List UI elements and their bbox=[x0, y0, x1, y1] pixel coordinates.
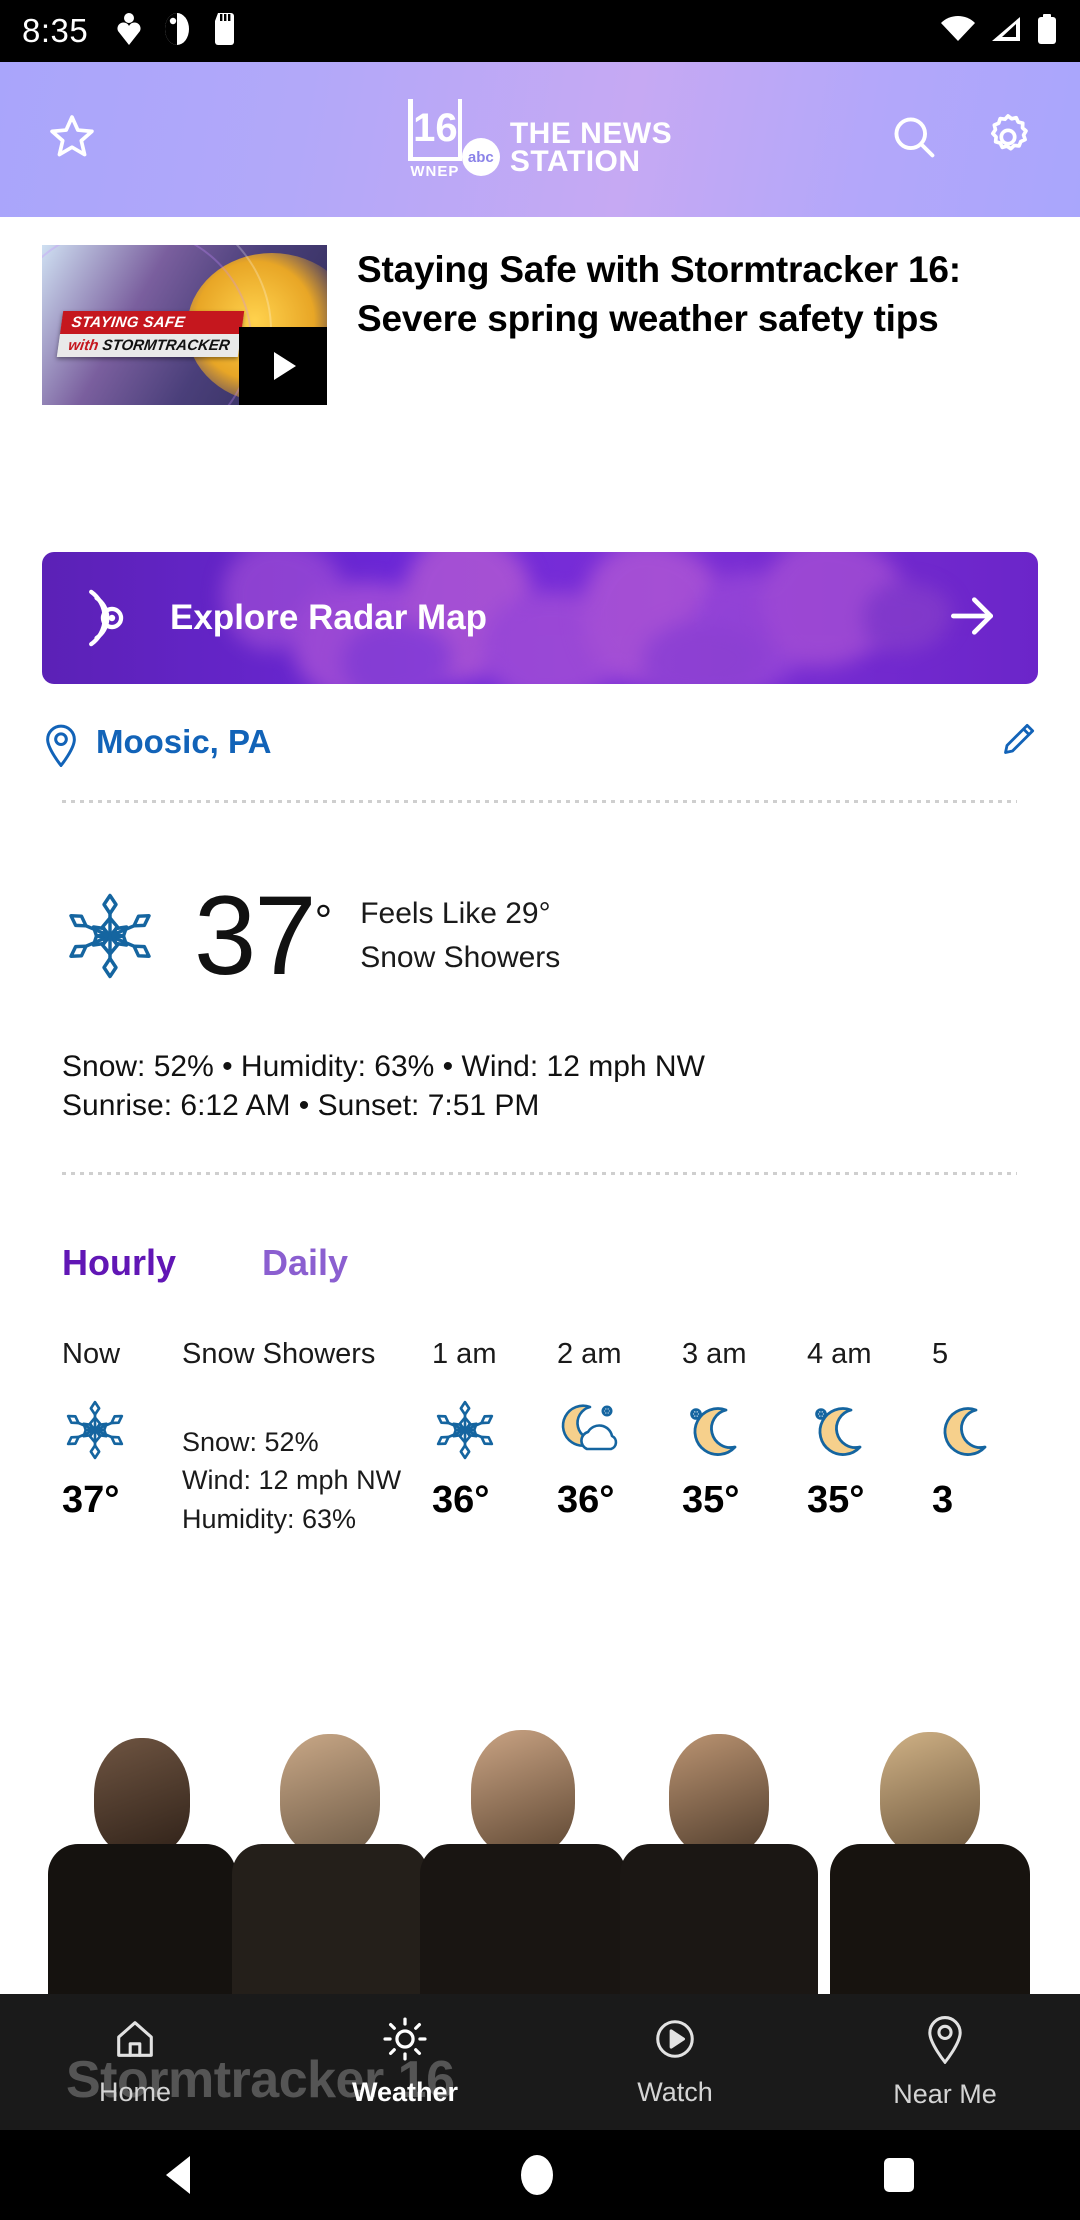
hour-label: 4 am bbox=[807, 1338, 872, 1370]
current-condition-text: Snow Showers bbox=[360, 941, 561, 974]
sidebar-item-home[interactable]: Home bbox=[0, 2016, 270, 2108]
moon-cloud-snow-icon bbox=[557, 1397, 623, 1463]
video-headline[interactable]: Staying Safe with Stormtracker 16: Sever… bbox=[357, 245, 1038, 405]
hour-label: Now bbox=[62, 1338, 121, 1370]
nav-label-weather: Weather bbox=[351, 2077, 459, 2107]
logo-tagline-line1: THE NEWS bbox=[509, 116, 673, 150]
tab-hourly[interactable]: Hourly bbox=[62, 1242, 176, 1284]
hourly-item-5[interactable]: 5 3 bbox=[932, 1338, 1057, 1522]
sun-icon bbox=[382, 2016, 428, 2067]
hour-label: 3 am bbox=[682, 1338, 747, 1370]
snowflake-icon bbox=[432, 1397, 498, 1463]
thumbnail-banner: STAYING SAFE with STORMTRACKER bbox=[56, 311, 245, 357]
forecast-tabs: Hourly Daily bbox=[62, 1242, 348, 1284]
location-row[interactable]: Moosic, PA bbox=[42, 706, 1038, 778]
hour-label: 5 bbox=[932, 1338, 949, 1370]
current-stats-line-1: Snow: 52% • Humidity: 63% • Wind: 12 mph… bbox=[62, 1050, 705, 1083]
recents-square-icon[interactable] bbox=[884, 2158, 915, 2192]
hour-temperature: 35° bbox=[807, 1479, 865, 1521]
hour-temperature: 3 bbox=[932, 1479, 954, 1521]
hourly-item-4[interactable]: 4 am 35° bbox=[807, 1338, 932, 1522]
android-navigation-bar bbox=[0, 2130, 1080, 2220]
arrow-right-icon bbox=[944, 588, 1000, 649]
location-name[interactable]: Moosic, PA bbox=[96, 723, 271, 761]
hour-temperature: 35° bbox=[682, 1479, 740, 1521]
logo-callsign: WNEP bbox=[410, 163, 460, 180]
hour-label: 2 am bbox=[557, 1338, 622, 1370]
wifi-icon bbox=[940, 15, 976, 48]
snowflake-icon bbox=[62, 888, 158, 984]
health-heart-icon bbox=[116, 12, 142, 51]
hourly-forecast-strip[interactable]: Now 37° Snow Showers Snow: 52% Wind: 12 … bbox=[0, 1338, 1080, 1578]
hour-temperature: 36° bbox=[557, 1479, 615, 1521]
hourly-item-3[interactable]: 3 am 35° bbox=[682, 1338, 807, 1522]
radar-icon bbox=[80, 586, 144, 650]
capsule-icon bbox=[164, 12, 190, 51]
hourly-now-details: Snow Showers Snow: 52% Wind: 12 mph NW H… bbox=[182, 1338, 432, 1538]
moon-snow-icon bbox=[682, 1397, 748, 1463]
logo-channel-number: 16 bbox=[413, 106, 458, 150]
sidebar-item-weather[interactable]: Weather bbox=[270, 2016, 540, 2108]
sidebar-item-watch[interactable]: Watch bbox=[540, 2016, 810, 2108]
tab-daily[interactable]: Daily bbox=[262, 1242, 348, 1284]
hourly-item-now[interactable]: Now 37° bbox=[62, 1338, 182, 1522]
banner-prefix-text: with bbox=[67, 337, 100, 354]
home-circle-icon[interactable] bbox=[520, 2155, 553, 2195]
featured-video-card[interactable]: STAYING SAFE with STORMTRACKER Staying S… bbox=[0, 245, 1080, 405]
degree-symbol: ° bbox=[314, 896, 333, 946]
explore-radar-map-button[interactable]: Explore Radar Map bbox=[42, 552, 1038, 684]
battery-icon bbox=[1036, 13, 1058, 49]
banner-bottom-text: STORMTRACKER bbox=[101, 337, 231, 354]
hour-temperature: 37° bbox=[62, 1479, 120, 1521]
app-header: 16 WNEP abc THE NEWS STATION bbox=[0, 62, 1080, 217]
current-temperature: 37° bbox=[194, 873, 333, 998]
pencil-edit-icon[interactable] bbox=[998, 720, 1038, 765]
hourly-item-1[interactable]: 1 am 36° bbox=[432, 1338, 557, 1522]
android-status-bar: 8:35 bbox=[0, 0, 1080, 62]
status-bar-system-icons bbox=[940, 13, 1058, 49]
status-bar-clock: 8:35 bbox=[22, 12, 89, 49]
cellular-signal-icon bbox=[990, 15, 1022, 48]
search-icon[interactable] bbox=[888, 111, 940, 168]
divider-bottom bbox=[62, 1172, 1017, 1175]
back-triangle-icon[interactable] bbox=[165, 2156, 190, 2194]
sd-card-icon bbox=[212, 12, 238, 51]
moon-snow-icon bbox=[932, 1397, 998, 1463]
bottom-navigation-bar: Home Weather Watch Near Me Stormtracker … bbox=[0, 1994, 1080, 2130]
play-icon[interactable] bbox=[239, 327, 327, 405]
sidebar-item-near-me[interactable]: Near Me bbox=[810, 2014, 1080, 2110]
feels-like-text: Feels Like 29° bbox=[360, 897, 551, 930]
moon-snow-icon bbox=[807, 1397, 873, 1463]
status-bar-notification-icons bbox=[116, 12, 238, 51]
banner-top-text: STAYING SAFE bbox=[60, 311, 245, 334]
location-pin-icon bbox=[922, 2014, 968, 2069]
video-thumbnail[interactable]: STAYING SAFE with STORMTRACKER bbox=[42, 245, 327, 405]
nav-label-watch: Watch bbox=[637, 2077, 713, 2107]
hour-label: 1 am bbox=[432, 1338, 497, 1370]
current-conditions: 37° Feels Like 29° Snow Showers bbox=[62, 880, 1042, 992]
now-detail-snow: Snow: 52% bbox=[182, 1427, 319, 1457]
location-pin-icon bbox=[42, 723, 80, 768]
now-condition-text: Snow Showers bbox=[182, 1338, 376, 1370]
divider-top bbox=[62, 800, 1017, 803]
nav-label-near-me: Near Me bbox=[893, 2079, 997, 2109]
app-root: 8:35 16 WNEP abc THE NEWS STATION STAYIN… bbox=[0, 0, 1080, 2220]
hour-temperature: 36° bbox=[432, 1479, 490, 1521]
play-circle-icon bbox=[652, 2016, 698, 2067]
radar-button-label: Explore Radar Map bbox=[170, 598, 488, 637]
now-detail-humidity: Humidity: 63% bbox=[182, 1503, 357, 1534]
abc-network-badge: abc bbox=[461, 138, 500, 176]
current-stats-line-2: Sunrise: 6:12 AM • Sunset: 7:51 PM bbox=[62, 1089, 540, 1122]
gear-icon[interactable] bbox=[982, 111, 1034, 168]
now-detail-wind: Wind: 12 mph NW bbox=[182, 1465, 402, 1496]
logo-tagline-line2: STATION bbox=[509, 144, 641, 178]
nav-label-home: Home bbox=[98, 2077, 172, 2107]
favorites-star-button[interactable] bbox=[46, 111, 98, 168]
home-icon bbox=[112, 2016, 158, 2067]
hourly-item-2[interactable]: 2 am 36° bbox=[557, 1338, 682, 1522]
weather-team-photo bbox=[0, 1674, 1080, 1994]
snowflake-icon bbox=[62, 1397, 128, 1463]
